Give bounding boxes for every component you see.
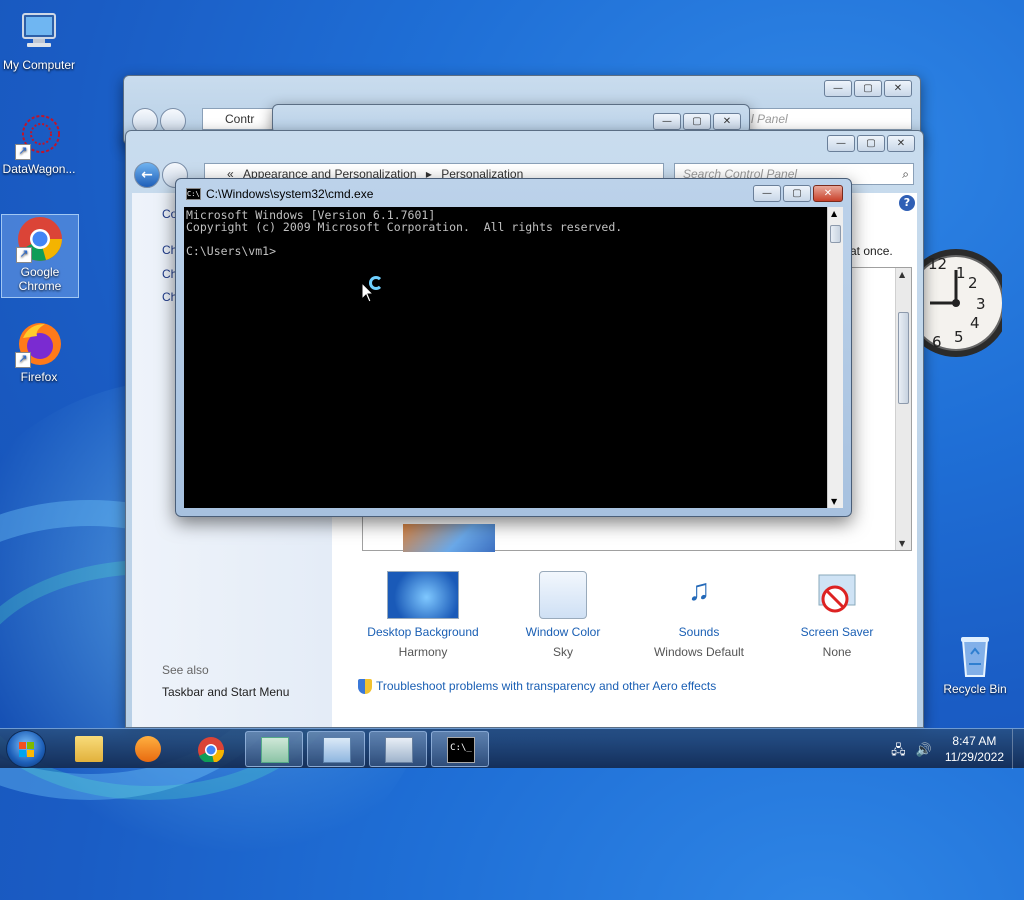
minimize-button[interactable]: — xyxy=(824,80,852,97)
cmd-icon: C:\ xyxy=(186,188,201,200)
chrome-icon xyxy=(198,737,225,762)
sounds-icon: ♫ xyxy=(687,574,711,607)
computer-icon xyxy=(15,8,63,56)
clock-numeral: 1 xyxy=(956,264,966,282)
close-button[interactable]: ✕ xyxy=(887,135,915,152)
taskbar-clock[interactable]: 8:47 AM 11/29/2022 xyxy=(945,733,1004,765)
clock-numeral: 3 xyxy=(976,295,986,313)
control-panel-icon xyxy=(261,737,289,763)
desktop-icon-label: Google Chrome xyxy=(18,265,62,293)
desktop-icon-label: My Computer xyxy=(2,58,76,72)
minimize-button[interactable]: — xyxy=(653,113,681,130)
cmd-console[interactable]: Microsoft Windows [Version 6.1.7601] Copy… xyxy=(184,207,827,508)
clock-numeral: 6 xyxy=(932,333,942,351)
media-player-icon xyxy=(135,736,161,762)
maximize-button[interactable]: ▢ xyxy=(783,185,811,202)
show-desktop-button[interactable] xyxy=(1012,729,1024,769)
firefox-icon: ↗ xyxy=(15,320,63,368)
datawagon-icon: ↗ xyxy=(15,112,63,160)
minimize-button[interactable]: — xyxy=(827,135,855,152)
taskbar-control-panel-button[interactable] xyxy=(245,731,303,767)
personalization-icon xyxy=(323,737,351,763)
search-icon: ⌕ xyxy=(902,167,909,181)
desktop-icon-label: Recycle Bin xyxy=(943,682,1007,696)
see-also-heading: See also xyxy=(162,663,209,677)
clock-numeral: 2 xyxy=(968,274,978,292)
cmd-window[interactable]: C:\ C:\Windows\system32\cmd.exe — ▢ ✕ Mi… xyxy=(175,178,852,517)
folder-icon xyxy=(75,736,103,762)
desktop-icon-firefox[interactable]: ↗ Firefox xyxy=(0,320,78,384)
maximize-button[interactable]: ▢ xyxy=(854,80,882,97)
minimize-button[interactable]: — xyxy=(753,185,781,202)
taskbar-start-menu-link[interactable]: Taskbar and Start Menu xyxy=(162,685,289,699)
desktop-icon-google-chrome[interactable]: ↗ Google Chrome xyxy=(1,214,79,298)
cmd-scrollbar[interactable]: ▲ ▼ xyxy=(827,207,843,508)
screen-saver-option[interactable]: Screen Saver None xyxy=(772,571,902,659)
desktop-icon-recycle-bin[interactable]: Recycle Bin xyxy=(936,632,1014,696)
shortcut-arrow-icon: ↗ xyxy=(16,247,32,263)
help-icon[interactable]: ? xyxy=(899,195,915,211)
taskbar-cmd-button[interactable]: C:\_ xyxy=(431,731,489,767)
desktop-icon-my-computer[interactable]: My Computer xyxy=(0,8,78,72)
chrome-icon: ↗ xyxy=(16,215,64,263)
desktop-background-option[interactable]: Desktop Background Harmony xyxy=(358,571,488,659)
clock-numeral: 12 xyxy=(928,255,948,273)
start-button[interactable] xyxy=(6,730,46,768)
taskbar-media-player-button[interactable] xyxy=(120,731,178,767)
vertical-scrollbar[interactable]: ▲ ▼ xyxy=(895,268,911,550)
busy-cursor-icon xyxy=(361,276,387,304)
taskbar-personalization-button[interactable] xyxy=(307,731,365,767)
scrollbar-thumb[interactable] xyxy=(898,312,909,404)
maximize-button[interactable]: ▢ xyxy=(683,113,711,130)
search-box[interactable]: l Panel xyxy=(742,108,912,130)
close-button[interactable]: ✕ xyxy=(713,113,741,130)
desktop-icon-datawagon[interactable]: ↗ DataWagon... xyxy=(0,112,78,176)
window-color-option[interactable]: Window Color Sky xyxy=(498,571,628,659)
shortcut-arrow-icon: ↗ xyxy=(15,144,31,160)
clock-numeral: 5 xyxy=(954,328,964,346)
volume-icon[interactable]: 🔊 xyxy=(916,743,932,758)
desktop-background-icon xyxy=(387,571,459,619)
window-color-icon xyxy=(539,571,587,619)
close-button[interactable]: ✕ xyxy=(813,185,843,202)
recycle-bin-icon xyxy=(951,632,999,680)
address-bar[interactable]: Contr xyxy=(202,108,282,130)
sounds-option[interactable]: ♫ Sounds Windows Default xyxy=(634,571,764,659)
shortcut-arrow-icon: ↗ xyxy=(15,352,31,368)
cmd-title: C:\Windows\system32\cmd.exe xyxy=(206,187,374,201)
scroll-up-icon[interactable]: ▲ xyxy=(899,270,905,279)
theme-thumbnail[interactable] xyxy=(403,524,495,552)
shield-icon xyxy=(358,679,372,695)
desktop-icon-label: Firefox xyxy=(20,370,58,384)
clock-numeral: 4 xyxy=(970,314,980,332)
system-tray: 🖧 🔊 xyxy=(891,741,932,763)
windows-logo-icon xyxy=(19,742,34,757)
taskbar-display-button[interactable] xyxy=(369,731,427,767)
hint-text: at once. xyxy=(850,244,893,258)
taskbar-explorer-button[interactable] xyxy=(60,731,118,767)
cmd-icon: C:\_ xyxy=(447,737,475,763)
close-button[interactable]: ✕ xyxy=(884,80,912,97)
network-icon[interactable]: 🖧 xyxy=(891,743,906,758)
display-settings-icon xyxy=(385,737,413,763)
desktop-icon-label: DataWagon... xyxy=(2,162,76,176)
taskbar: C:\_ 🖧 🔊 8:47 AM 11/29/2022 xyxy=(0,728,1024,769)
scroll-down-icon[interactable]: ▼ xyxy=(899,539,905,548)
scrollbar-thumb[interactable] xyxy=(830,225,841,243)
scroll-up-icon[interactable]: ▲ xyxy=(831,209,837,218)
troubleshoot-link[interactable]: Troubleshoot problems with transparency … xyxy=(358,679,716,695)
back-button[interactable]: ← xyxy=(134,162,160,188)
clock-gadget[interactable]: 12 1 2 3 4 5 6 xyxy=(902,240,1010,366)
scroll-down-icon[interactable]: ▼ xyxy=(831,497,837,506)
screen-saver-icon xyxy=(813,571,861,619)
taskbar-chrome-button[interactable] xyxy=(182,731,240,767)
maximize-button[interactable]: ▢ xyxy=(857,135,885,152)
